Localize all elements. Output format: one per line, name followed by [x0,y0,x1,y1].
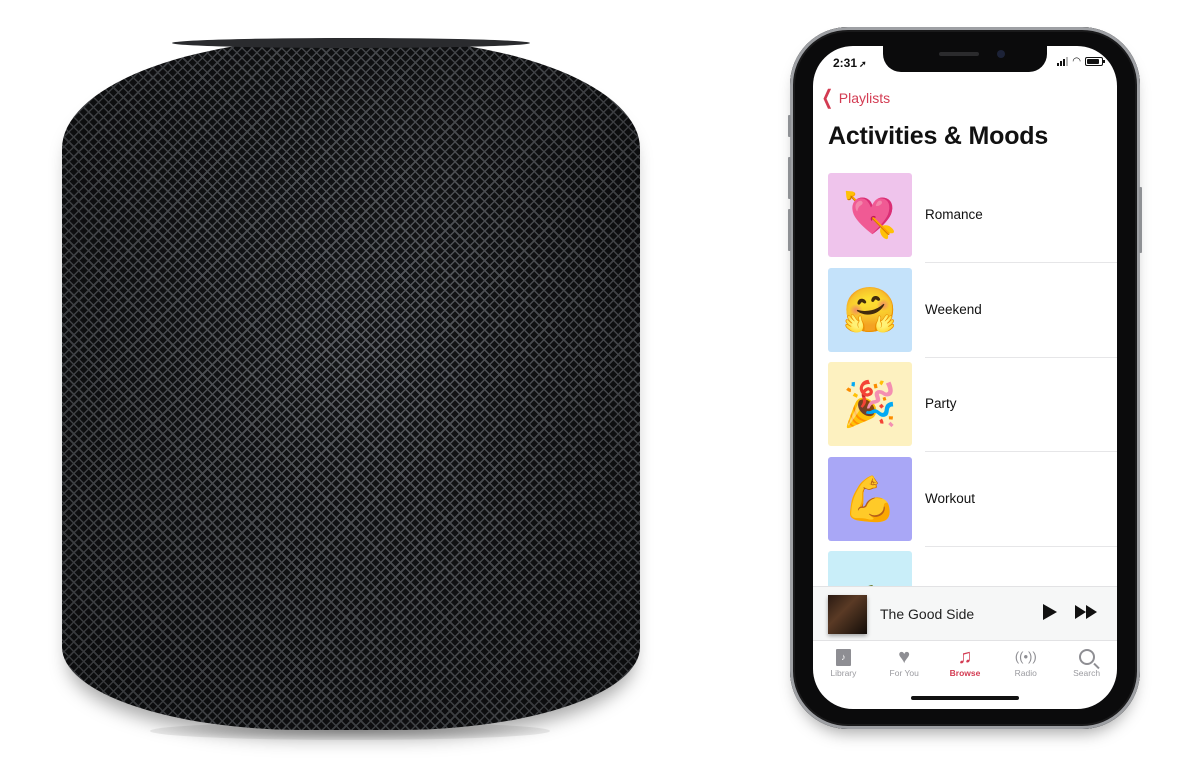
status-time: 2:31 ➚ [833,56,867,70]
divider [925,451,1117,452]
fast-forward-icon[interactable] [1075,605,1097,619]
mute-switch [788,115,791,137]
cellular-signal-icon [1057,57,1069,66]
workout-artwork: 💪 [828,456,912,541]
search-icon [1078,649,1095,665]
phone-screen: 2:31 ➚ ◠ ❮ Playlists Activities & Moods 💘… [813,46,1117,709]
tab-library[interactable]: ♪ Library [813,640,874,686]
heart-icon: ♥ [898,646,911,668]
list-item-label: Weekend [925,301,982,317]
list-item[interactable]: 💪 Workout [828,456,1117,552]
list-item-label: Romance [925,207,983,222]
speaker-top-surface [172,38,530,48]
tab-search[interactable]: Search [1056,640,1117,686]
front-camera [997,50,1005,58]
tab-bar: ♪ Library ♥ For You ♫ Browse ((•)) Radio… [813,640,1117,686]
tab-radio[interactable]: ((•)) Radio [995,640,1056,686]
divider [925,262,1117,263]
battery-icon [1085,57,1105,66]
tab-label: Library [830,668,857,678]
party-popper-icon: 🎉 [842,380,898,429]
wifi-icon: ◠ [1072,56,1081,67]
tab-for-you[interactable]: ♥ For You [874,640,935,686]
playlist-list: 💘 Romance 🤗 Weekend 🎉 Party 💪 Workout 🌴 [828,173,1117,646]
heart-with-arrow-icon: 💘 [842,191,898,240]
now-playing-artwork [828,595,867,634]
tab-label: For You [889,668,919,678]
romance-artwork: 💘 [828,173,912,257]
volume-up-button [788,157,791,199]
now-playing-title: The Good Side [880,606,975,622]
list-item[interactable]: 🤗 Weekend [828,267,1117,363]
homepod-speaker-image [62,38,640,730]
home-indicator[interactable] [911,696,1019,700]
weekend-artwork: 🤗 [828,267,912,352]
music-note-icon: ♫ [957,646,973,668]
divider [925,545,1117,547]
back-button[interactable]: ❮ Playlists [819,87,891,109]
page-title: Activities & Moods [828,122,1049,150]
list-item[interactable]: 🎉 Party [828,362,1117,457]
volume-down-button [788,209,791,251]
list-item-label: Workout [925,490,976,506]
earpiece-speaker [939,52,979,56]
radio-broadcast-icon: ((•)) [1014,649,1037,664]
party-artwork: 🎉 [828,362,912,446]
divider [925,356,1117,358]
list-item[interactable]: 💘 Romance [828,173,1117,268]
play-icon[interactable] [1043,604,1057,620]
tab-label: Search [1073,668,1101,678]
mini-player[interactable]: The Good Side [813,586,1117,641]
notch [883,46,1047,72]
tab-label: Browse [949,668,981,678]
location-arrow-icon: ➚ [859,59,867,69]
side-button [1139,187,1142,253]
flexed-biceps-icon: 💪 [842,474,898,524]
hugging-face-icon: 🤗 [842,285,898,335]
back-button-label: Playlists [838,90,891,106]
tab-browse[interactable]: ♫ Browse [935,640,996,686]
list-item-label: Party [925,396,957,411]
status-time-text: 2:31 [833,56,858,70]
library-icon: ♪ [835,648,851,666]
tab-label: Radio [1014,668,1037,678]
status-icons: ◠ [1057,56,1105,67]
chevron-left-icon: ❮ [821,87,834,109]
